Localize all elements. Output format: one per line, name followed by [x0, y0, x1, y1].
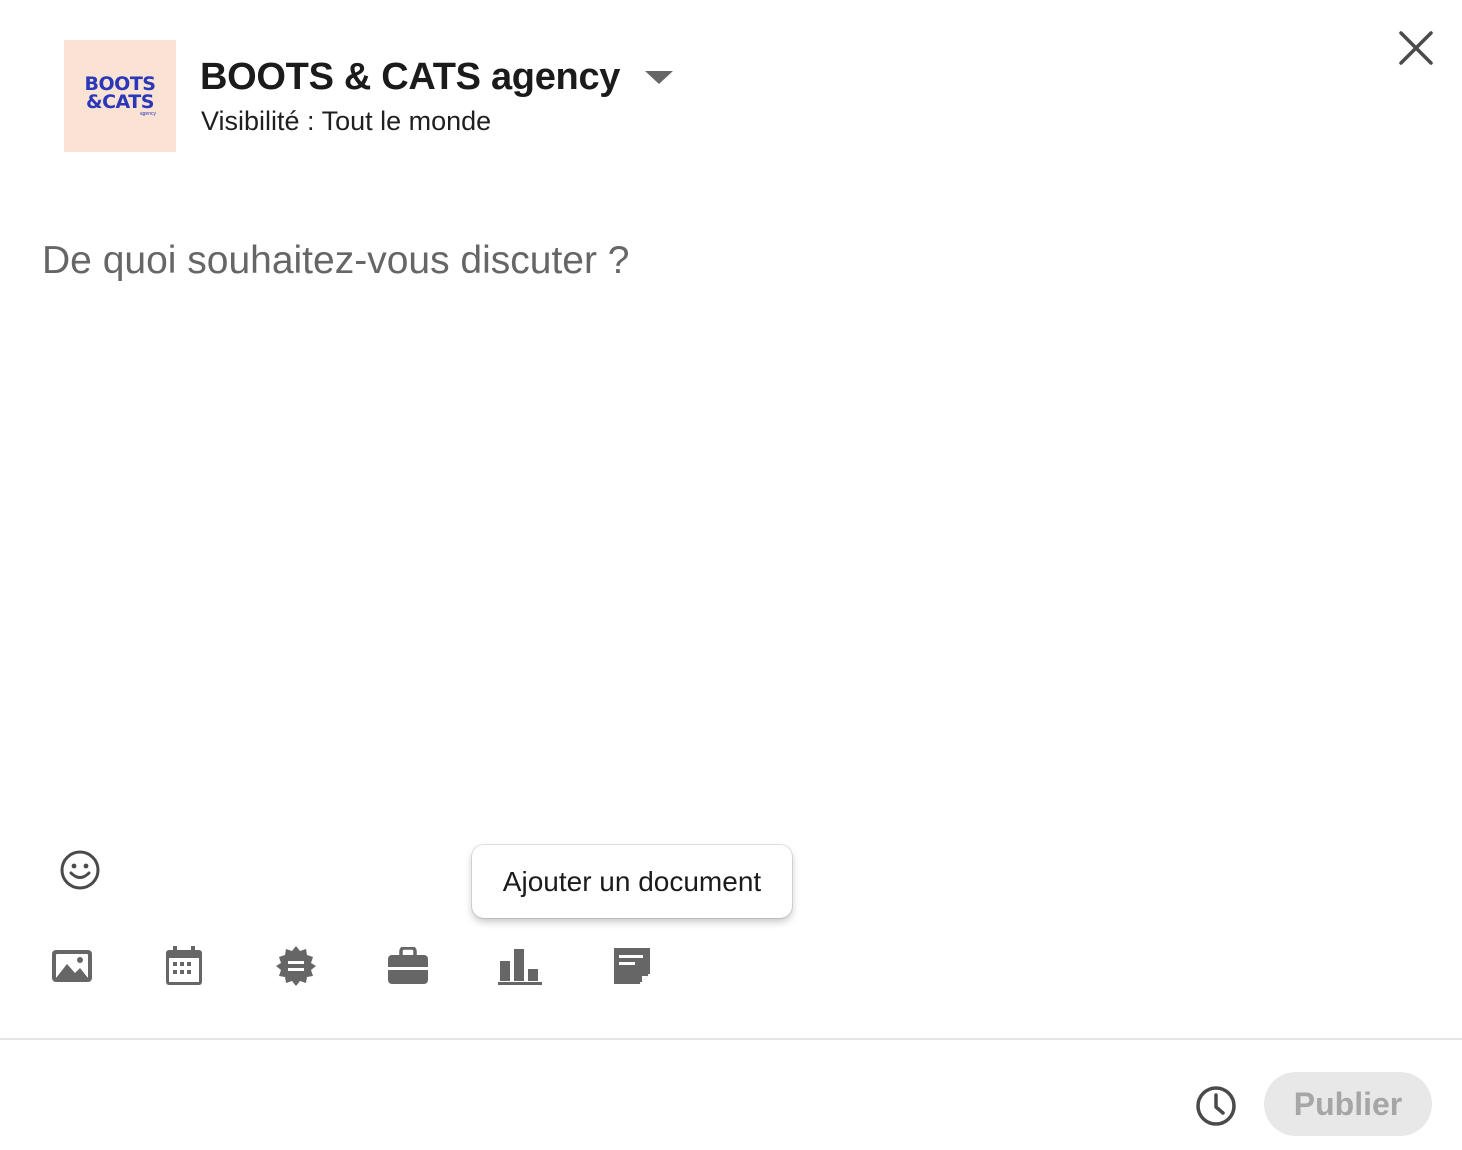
- celebrate-button[interactable]: [268, 936, 324, 996]
- poll-button[interactable]: [492, 936, 548, 996]
- close-button[interactable]: [1392, 24, 1440, 72]
- publish-button[interactable]: Publier: [1264, 1072, 1432, 1136]
- poll-icon: [498, 949, 542, 985]
- create-event-button[interactable]: [156, 936, 212, 996]
- tooltip: Ajouter un document: [472, 845, 792, 918]
- emoji-icon: [60, 850, 100, 890]
- share-modal: BOOTS &CATS agency BOOTS & CATS agency V…: [0, 0, 1462, 1150]
- caret-down-icon: [644, 69, 674, 85]
- visibility-label: Visibilité : Tout le monde: [201, 106, 492, 136]
- close-icon: [1399, 31, 1433, 65]
- actor-selector[interactable]: BOOTS & CATS agency: [200, 54, 674, 100]
- post-text-input[interactable]: [42, 232, 1422, 812]
- clock-icon: [1196, 1086, 1236, 1126]
- logo-line-2: &CATS: [86, 91, 154, 113]
- document-icon: [614, 948, 650, 984]
- briefcase-icon: [388, 947, 428, 984]
- image-icon: [52, 950, 92, 982]
- post-toolbar: [44, 936, 716, 996]
- add-document-button[interactable]: [604, 936, 660, 996]
- calendar-icon: [166, 946, 202, 985]
- schedule-post-button[interactable]: [1190, 1080, 1242, 1132]
- add-media-button[interactable]: [44, 936, 100, 996]
- footer-divider: [0, 1038, 1462, 1040]
- tooltip-text: Ajouter un document: [502, 865, 762, 897]
- actor-name: BOOTS & CATS agency: [200, 56, 621, 98]
- company-logo: BOOTS &CATS agency: [64, 40, 176, 152]
- job-button[interactable]: [380, 936, 436, 996]
- logo-sub: agency: [139, 111, 156, 117]
- emoji-button[interactable]: [56, 846, 104, 894]
- badge-icon: [276, 946, 316, 986]
